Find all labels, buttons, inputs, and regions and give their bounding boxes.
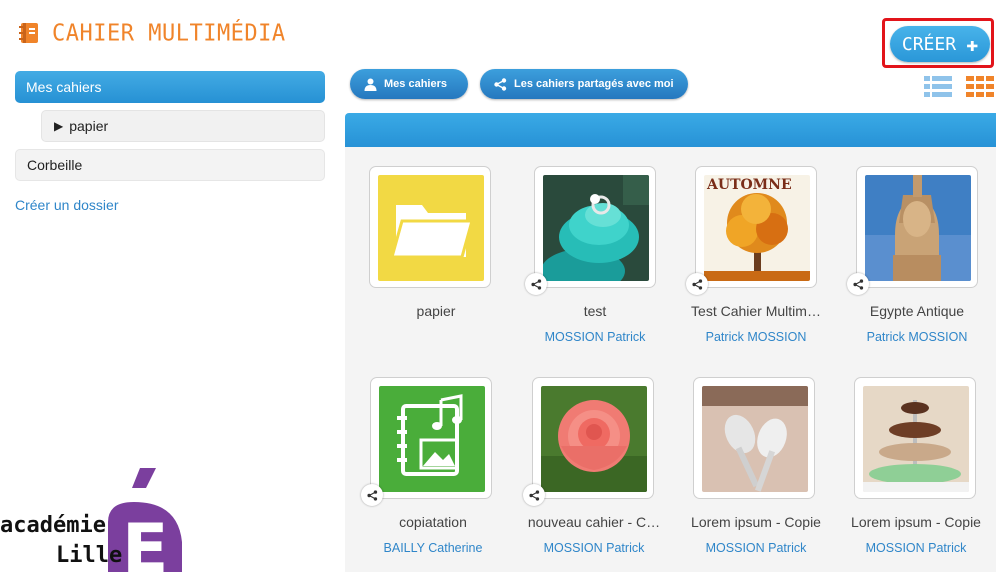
rose-photo <box>541 386 647 492</box>
sidebar-item-label: papier <box>69 118 109 134</box>
notebook-title: papier <box>416 303 456 319</box>
notebook-title: test <box>583 303 607 319</box>
notebook-owner[interactable]: MOSSION Patrick <box>836 541 996 555</box>
notebook-thumbnail[interactable] <box>369 166 491 288</box>
notebook-thumbnail[interactable]: AUTOMNE <box>686 166 817 295</box>
academie-lille-logo: E académie Lille <box>0 468 182 572</box>
cupcake-photo <box>543 175 649 281</box>
tab-shared-notebooks[interactable]: Les cahiers partagés avec moi <box>480 69 688 99</box>
notebook-title: Lorem ipsum - Copie <box>691 514 821 530</box>
thumb-caption: AUTOMNE <box>706 177 792 193</box>
cupcake-tower-photo <box>863 386 969 492</box>
content-header-bar <box>345 113 996 147</box>
create-folder-link[interactable]: Créer un dossier <box>15 197 119 213</box>
egyptian-statue-photo <box>865 175 971 281</box>
notebook-owner[interactable]: MOSSION Patrick <box>676 541 836 555</box>
shared-icon <box>525 273 547 295</box>
app-title: CAHIER MULTIMÉDIA <box>52 19 286 47</box>
create-label: CRÉER <box>901 33 957 55</box>
notebook-thumbnail[interactable] <box>854 377 976 499</box>
spoons-photo <box>702 386 808 492</box>
notebook-thumbnail[interactable] <box>525 166 656 295</box>
notebook-thumbnail[interactable] <box>847 166 978 295</box>
shared-icon <box>686 273 708 295</box>
shared-icon <box>361 484 383 506</box>
tab-label: Mes cahiers <box>384 78 447 90</box>
notebook-owner[interactable]: BAILLY Catherine <box>353 541 513 555</box>
svg-text:E: E <box>122 510 168 572</box>
create-button[interactable]: CRÉER ✚ <box>890 26 990 62</box>
notebook-owner[interactable]: Patrick MOSSION <box>837 330 996 344</box>
multimedia-notebook-icon <box>379 386 485 492</box>
notebook-title: Egypte Antique <box>869 303 965 319</box>
list-view-icon[interactable] <box>924 74 952 98</box>
caret-right-icon[interactable]: ▶ <box>54 119 63 133</box>
autumn-tree-photo: AUTOMNE <box>704 175 810 281</box>
sidebar-item-corbeille[interactable]: Corbeille <box>15 149 325 181</box>
notebook-title: Lorem ipsum - Copie <box>851 514 981 530</box>
notebook-title: copiatation <box>399 514 467 530</box>
sidebar-item-mes-cahiers[interactable]: Mes cahiers <box>15 71 325 103</box>
notebook-thumbnail[interactable] <box>361 377 492 506</box>
plus-icon: ✚ <box>966 32 979 56</box>
sidebar-item-label: Mes cahiers <box>26 79 102 95</box>
notebook-owner[interactable]: MOSSION Patrick <box>515 330 675 344</box>
sidebar-item-label: Corbeille <box>27 157 83 173</box>
user-icon <box>364 78 377 91</box>
share-icon <box>494 77 507 91</box>
notebook-logo-icon <box>19 23 38 43</box>
grid-view-icon[interactable] <box>966 74 996 98</box>
logo-line1: académie <box>0 513 106 538</box>
notebook-thumbnail[interactable] <box>523 377 654 506</box>
notebook-title: nouveau cahier - C… <box>527 514 661 530</box>
create-highlight: CRÉER ✚ <box>882 18 994 68</box>
app-header: CAHIER MULTIMÉDIA <box>18 18 286 48</box>
shared-icon <box>847 273 869 295</box>
folder-icon <box>378 175 484 281</box>
notebook-owner[interactable]: MOSSION Patrick <box>514 541 674 555</box>
notebook-owner[interactable]: Patrick MOSSION <box>676 330 836 344</box>
tab-mes-cahiers[interactable]: Mes cahiers <box>350 69 468 99</box>
logo-line2: Lille <box>56 543 122 568</box>
sidebar-item-papier[interactable]: ▶ papier <box>41 110 325 142</box>
notebook-title: Test Cahier Multim… <box>691 303 821 319</box>
shared-icon <box>523 484 545 506</box>
tab-label: Les cahiers partagés avec moi <box>514 78 674 90</box>
notebook-thumbnail[interactable] <box>693 377 815 499</box>
